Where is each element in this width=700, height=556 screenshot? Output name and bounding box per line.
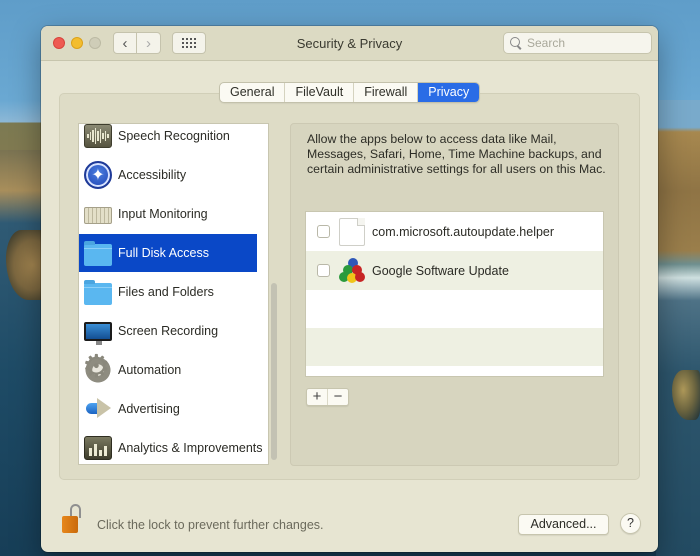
sidebar-item-label: Speech Recognition <box>118 129 230 143</box>
scrollbar-thumb[interactable] <box>271 283 277 460</box>
document-icon <box>339 217 365 246</box>
app-name: com.microsoft.autoupdate.helper <box>372 224 555 239</box>
folder-icon <box>84 241 112 266</box>
google-software-update-icon <box>339 257 365 285</box>
app-checkbox[interactable] <box>317 264 330 277</box>
chevron-right-icon: › <box>146 34 151 52</box>
lock-status-text: Click the lock to prevent further change… <box>97 518 324 532</box>
sidebar-item-input-monitoring[interactable]: Input Monitoring <box>79 195 257 233</box>
analytics-icon <box>84 436 112 460</box>
advanced-button[interactable]: Advanced... <box>518 514 609 535</box>
minimize-button[interactable] <box>71 37 83 49</box>
sidebar-item-speech-recognition[interactable]: Speech Recognition <box>79 124 257 155</box>
search-field[interactable] <box>503 32 652 54</box>
desktop-wallpaper-right <box>656 100 700 556</box>
remove-app-button[interactable]: − <box>328 389 348 405</box>
tab-privacy[interactable]: Privacy <box>418 83 480 102</box>
security-privacy-window: ‹ › Security & Privacy General FileVault… <box>41 26 658 552</box>
sidebar-scrollbar[interactable] <box>270 273 278 463</box>
chevron-left-icon: ‹ <box>122 34 128 52</box>
add-remove-control: + − <box>306 388 349 406</box>
tab-general[interactable]: General <box>220 83 286 102</box>
search-icon <box>510 37 522 49</box>
sidebar-item-label: Advertising <box>118 402 180 416</box>
monitor-icon <box>84 321 112 345</box>
sidebar-item-label: Automation <box>118 363 182 377</box>
sidebar-item-label: Files and Folders <box>118 285 214 299</box>
sidebar-item-full-disk-access[interactable]: Full Disk Access <box>79 234 257 272</box>
app-list: com.microsoft.autoupdate.helper Google S… <box>305 211 604 377</box>
privacy-category-list: Speech Recognition Accessibility Input M… <box>78 123 269 465</box>
add-app-button[interactable]: + <box>307 389 328 405</box>
app-list-empty-row <box>306 328 603 366</box>
sidebar-item-files-and-folders[interactable]: Files and Folders <box>79 273 257 311</box>
sidebar-item-label: Screen Recording <box>118 324 219 338</box>
close-button[interactable] <box>53 37 65 49</box>
app-list-row[interactable]: com.microsoft.autoupdate.helper <box>306 212 603 251</box>
search-input[interactable] <box>527 36 647 50</box>
sidebar-item-accessibility[interactable]: Accessibility <box>79 156 257 194</box>
desktop-wallpaper-left <box>0 150 44 556</box>
app-checkbox[interactable] <box>317 225 330 238</box>
sidebar-item-label: Input Monitoring <box>118 207 208 221</box>
back-button[interactable]: ‹ <box>113 32 137 54</box>
folder-icon <box>84 280 112 305</box>
sidebar-item-label: Analytics & Improvements <box>118 441 263 455</box>
tab-bar: General FileVault Firewall Privacy <box>219 82 481 103</box>
app-list-row[interactable]: Google Software Update <box>306 251 603 290</box>
speech-recognition-icon <box>84 124 112 148</box>
keyboard-icon <box>84 206 112 224</box>
sidebar-item-advertising[interactable]: Advertising <box>79 390 257 428</box>
forward-button[interactable]: › <box>137 32 161 54</box>
show-all-button[interactable] <box>172 32 206 54</box>
grid-icon <box>182 38 196 48</box>
tab-firewall[interactable]: Firewall <box>354 83 419 102</box>
tab-filevault[interactable]: FileVault <box>285 83 355 102</box>
app-list-empty-row <box>306 290 603 328</box>
sidebar-item-analytics-improvements[interactable]: Analytics & Improvements <box>79 429 263 464</box>
sidebar-item-automation[interactable]: Automation <box>79 350 257 389</box>
description-text: Allow the apps below to access data like… <box>307 132 606 176</box>
title-bar: ‹ › Security & Privacy <box>41 26 658 61</box>
sidebar-item-label: Accessibility <box>118 168 187 182</box>
help-button[interactable]: ? <box>620 513 641 534</box>
accessibility-icon <box>84 161 112 189</box>
lock-icon[interactable] <box>62 504 84 534</box>
gear-icon <box>82 350 112 384</box>
megaphone-icon <box>84 398 112 420</box>
app-name: Google Software Update <box>372 263 509 278</box>
sidebar-item-screen-recording[interactable]: Screen Recording <box>79 312 257 350</box>
sidebar-item-label: Full Disk Access <box>118 246 209 260</box>
zoom-button[interactable] <box>89 37 101 49</box>
